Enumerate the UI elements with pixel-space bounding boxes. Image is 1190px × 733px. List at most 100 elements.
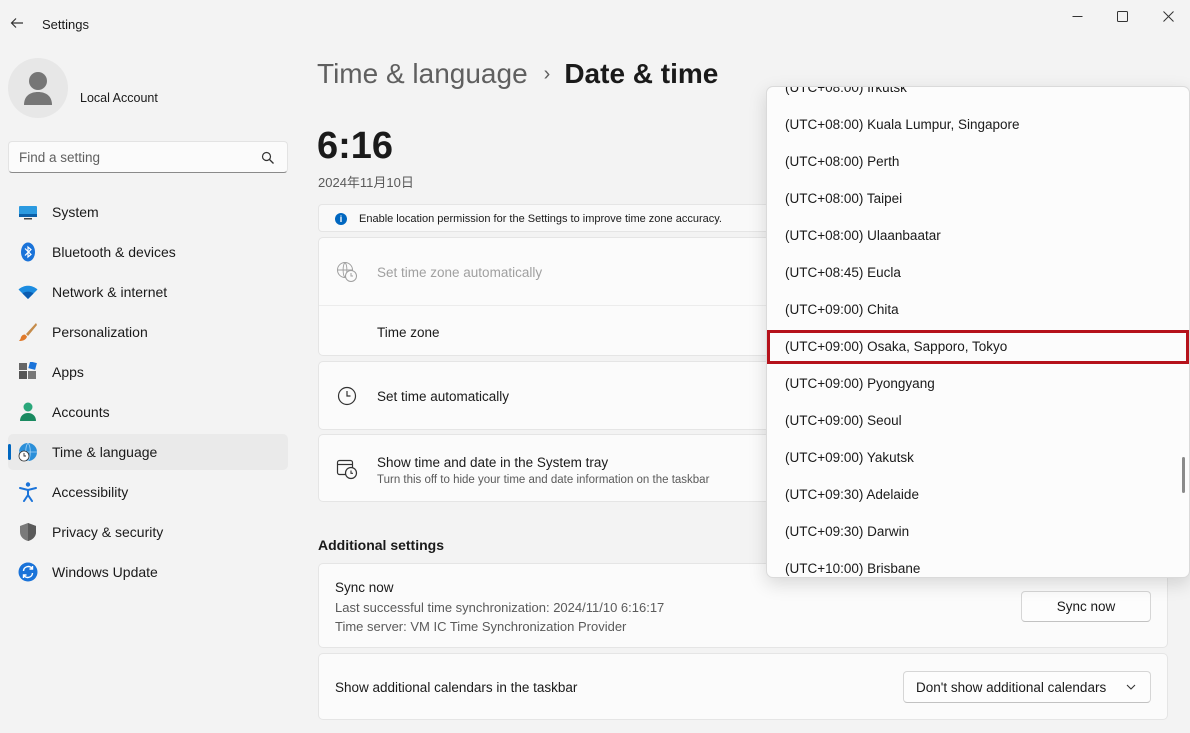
sidebar-item-apps[interactable]: Apps [8, 354, 288, 390]
wifi-icon [18, 282, 38, 302]
timezone-option-label: (UTC+09:00) Seoul [785, 413, 902, 428]
apps-icon [18, 362, 38, 382]
maximize-icon [1116, 10, 1128, 22]
sidebar-item-label: Windows Update [52, 564, 158, 580]
sidebar-item-privacy[interactable]: Privacy & security [8, 514, 288, 550]
user-icon [24, 72, 52, 105]
page-title: Date & time [564, 58, 719, 89]
timezone-option[interactable]: (UTC+09:30) Darwin [769, 515, 1187, 549]
sidebar-item-label: Bluetooth & devices [52, 244, 176, 260]
title-bar: Settings [0, 0, 1190, 48]
sidebar-item-label: Accessibility [52, 484, 129, 500]
timezone-option[interactable]: (UTC+09:00) Yakutsk [769, 441, 1187, 475]
minimize-icon [1072, 15, 1082, 17]
sidebar-item-accounts[interactable]: Accounts [8, 394, 288, 430]
shield-icon [18, 522, 38, 542]
timezone-option[interactable]: (UTC+09:30) Adelaide [769, 478, 1187, 512]
search-icon[interactable] [261, 151, 275, 165]
sidebar-item-label: Apps [52, 364, 84, 380]
accessibility-icon [18, 482, 38, 502]
sidebar-item-label: Accounts [52, 404, 110, 420]
close-button[interactable] [1146, 4, 1190, 28]
back-arrow-icon [10, 18, 23, 28]
system-tray-subtitle: Turn this off to hide your time and date… [377, 474, 710, 486]
sidebar-item-windows-update[interactable]: Windows Update [8, 554, 288, 590]
clock-icon [335, 384, 359, 408]
calendars-label: Show additional calendars in the taskbar [335, 680, 578, 695]
sidebar-nav: System Bluetooth & devices Network & int… [8, 194, 288, 594]
timezone-option-highlighted[interactable]: (UTC+09:00) Osaka, Sapporo, Tokyo [767, 330, 1189, 364]
timezone-option-label: (UTC+09:00) Chita [785, 302, 899, 317]
timezone-option[interactable]: (UTC+09:00) Pyongyang [769, 367, 1187, 401]
timezone-option-label: (UTC+09:30) Darwin [785, 524, 910, 539]
bluetooth-icon [18, 242, 38, 262]
sync-title: Sync now [335, 580, 394, 595]
globe-sync-icon [335, 260, 359, 284]
search-input[interactable] [19, 148, 249, 166]
breadcrumb-separator: › [543, 63, 551, 85]
sidebar-item-label: Privacy & security [52, 524, 164, 540]
maximize-button[interactable] [1100, 4, 1144, 28]
person-icon [18, 402, 38, 422]
timezone-option-label: (UTC+08:45) Eucla [785, 265, 901, 280]
account-name: Local Account [80, 91, 158, 105]
sidebar-item-label: Network & internet [52, 284, 168, 300]
chevron-down-icon [1126, 684, 1136, 690]
info-text: Enable location permission for the Setti… [359, 213, 722, 225]
search-box[interactable] [8, 141, 288, 173]
timezone-option[interactable]: (UTC+09:00) Seoul [769, 404, 1187, 438]
timezone-option[interactable]: (UTC+08:45) Eucla [769, 256, 1187, 290]
calendar-clock-icon [335, 457, 359, 481]
avatar [8, 58, 68, 118]
timezone-option[interactable]: (UTC+09:00) Chita [769, 293, 1187, 327]
timezone-dropdown-list[interactable]: (UTC+08:00) Irkutsk (UTC+08:00) Kuala Lu… [766, 86, 1190, 578]
sync-now-button[interactable]: Sync now [1021, 591, 1151, 622]
timezone-option[interactable]: (UTC+08:00) Perth [769, 145, 1187, 179]
timezone-option-label: (UTC+09:00) Yakutsk [785, 450, 914, 465]
sidebar-item-network[interactable]: Network & internet [8, 274, 288, 310]
sidebar-item-label: Time & language [52, 444, 158, 460]
timezone-option-label: (UTC+09:00) Osaka, Sapporo, Tokyo [785, 339, 1008, 354]
timezone-option-label: (UTC+09:30) Adelaide [785, 487, 919, 502]
timezone-option[interactable]: (UTC+10:00) Brisbane [769, 552, 1187, 577]
app-title: Settings [42, 17, 89, 32]
brush-icon [18, 322, 38, 342]
sidebar-item-personalization[interactable]: Personalization [8, 314, 288, 350]
timezone-option-label: (UTC+08:00) Perth [785, 154, 900, 169]
timezone-option[interactable]: (UTC+08:00) Ulaanbaatar [769, 219, 1187, 253]
minimize-button[interactable] [1055, 4, 1099, 28]
timezone-label: Time zone [377, 325, 440, 340]
calendars-value: Don't show additional calendars [916, 679, 1107, 695]
timezone-option[interactable]: (UTC+08:00) Kuala Lumpur, Singapore [769, 108, 1187, 142]
account-profile[interactable]: Local Account [8, 58, 288, 118]
calendars-card: Show additional calendars in the taskbar… [318, 653, 1168, 720]
additional-settings-heading: Additional settings [318, 537, 444, 553]
breadcrumb-parent[interactable]: Time & language [317, 58, 528, 89]
sync-last-time: Last successful time synchronization: 20… [335, 600, 665, 615]
breadcrumb: Time & language › Date & time [317, 58, 718, 94]
update-icon [18, 562, 38, 582]
timezone-option-label: (UTC+08:00) Kuala Lumpur, Singapore [785, 117, 1020, 132]
current-time: 6:16 [317, 125, 394, 167]
sync-time-server: Time server: VM IC Time Synchronization … [335, 619, 627, 634]
close-icon [1162, 10, 1174, 22]
timezone-option[interactable]: (UTC+08:00) Taipei [769, 182, 1187, 216]
timezone-option-label: (UTC+10:00) Brisbane [785, 561, 921, 576]
timezone-option-label: (UTC+08:00) Taipei [785, 191, 903, 206]
monitor-icon [18, 202, 38, 222]
calendars-dropdown[interactable]: Don't show additional calendars [903, 671, 1151, 703]
system-tray-title: Show time and date in the System tray [377, 455, 609, 470]
timezone-option[interactable]: (UTC+08:00) Irkutsk [769, 86, 1187, 105]
sidebar-item-system[interactable]: System [8, 194, 288, 230]
globe-clock-icon [18, 442, 38, 462]
dropdown-scrollbar[interactable] [1182, 457, 1185, 493]
sidebar-item-label: Personalization [52, 324, 148, 340]
sidebar-item-bluetooth[interactable]: Bluetooth & devices [8, 234, 288, 270]
sidebar-item-accessibility[interactable]: Accessibility [8, 474, 288, 510]
timezone-option-label: (UTC+08:00) Irkutsk [785, 86, 907, 95]
timezone-option-label: (UTC+08:00) Ulaanbaatar [785, 228, 941, 243]
current-date: 2024年11月10日 [318, 175, 414, 190]
info-icon: i [335, 213, 347, 225]
back-button[interactable] [6, 12, 28, 34]
sidebar-item-time-language[interactable]: Time & language [8, 434, 288, 470]
